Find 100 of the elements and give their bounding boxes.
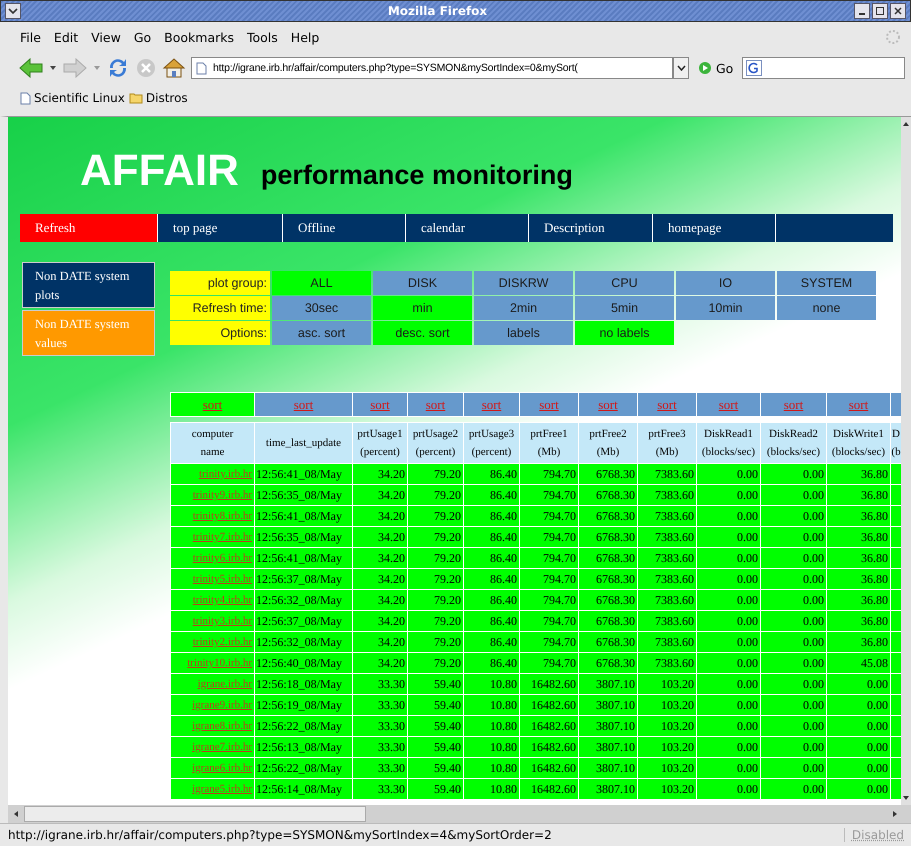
option-item[interactable]: asc. sort [272,321,371,345]
nav-link[interactable]: Description [528,214,652,242]
sort-link[interactable]: sort [170,392,254,416]
option-item[interactable]: desc. sort [373,321,472,345]
maximize-icon[interactable] [872,3,888,19]
option-item[interactable]: no labels [575,321,674,345]
address-field[interactable]: http://igrane.irb.hr/affair/computers.php?type=SYSMON&mySortIndex=0&mySort( [191,57,673,79]
option-item[interactable]: 10min [676,296,775,320]
nav-link[interactable]: Offline [282,214,405,242]
option-item[interactable]: ALL [272,271,371,295]
nav-link[interactable]: top page [157,214,282,242]
menu-item[interactable]: File [20,30,41,44]
option-item[interactable]: DISKRW [474,271,573,295]
window-menu-icon[interactable] [5,3,21,19]
search-field[interactable] [742,57,905,79]
table-cell: 33.30 [352,758,408,778]
computer-link[interactable]: igrane8.irb.hr [170,716,254,736]
back-arrow-icon[interactable] [18,57,44,79]
menu-item[interactable]: Edit [54,30,78,44]
vertical-scrollbar[interactable] [901,117,911,805]
option-item[interactable]: IO [676,271,775,295]
option-item[interactable]: none [777,296,876,320]
table-cell: 0.00 [826,716,890,736]
scroll-left-icon[interactable] [12,810,20,818]
table-cell: 79.20 [408,548,464,568]
nav-link[interactable]: calendar [405,214,528,242]
option-item[interactable]: 2min [474,296,573,320]
computer-link[interactable]: trinity.irb.hr [170,464,254,484]
computer-link[interactable]: igrane9.irb.hr [170,694,254,716]
computer-link[interactable]: trinity6.irb.hr [170,548,254,568]
table-cell: 79.20 [408,506,464,526]
table-cell: 36.80 [826,632,890,652]
table-cell: 0.00 [696,526,760,548]
table-cell: 33.30 [352,778,408,800]
computer-link[interactable]: trinity2.irb.hr [170,632,254,652]
table-cell: 12:56:22_08/May [254,716,352,736]
table-cell: 34.20 [352,632,408,652]
option-item[interactable]: SYSTEM [777,271,876,295]
url-dropdown-button[interactable] [673,57,689,79]
computer-link[interactable]: igrane.irb.hr [170,674,254,694]
computer-link[interactable]: igrane7.irb.hr [170,736,254,758]
minimize-icon[interactable] [854,3,870,19]
option-item[interactable]: 5min [575,296,674,320]
option-item[interactable]: min [373,296,472,320]
computer-link[interactable]: trinity8.irb.hr [170,506,254,526]
menu-item[interactable]: Bookmarks [164,30,234,44]
option-item[interactable]: labels [474,321,573,345]
scroll-down-icon[interactable] [902,794,910,802]
table-cell: 794.70 [520,632,578,652]
home-icon[interactable] [162,56,186,80]
scroll-up-icon[interactable] [902,120,910,128]
computer-link[interactable]: igrane5.irb.hr [170,778,254,800]
option-item[interactable]: DISK [373,271,472,295]
menu-item[interactable]: Go [134,30,152,44]
table-cell: 16482.60 [520,694,578,716]
table-cell: 33.30 [352,716,408,736]
menu-item[interactable]: Help [290,30,320,44]
search-engine-icon[interactable] [746,60,762,76]
table-cell: 86.40 [464,632,520,652]
table-cell: 0.00 [760,548,826,568]
table-cell: 16482.60 [520,736,578,758]
computer-link[interactable]: trinity4.irb.hr [170,590,254,610]
table-cell: 7383.60 [638,632,696,652]
table-cell: 794.70 [520,610,578,632]
table-cell: 12:56:32_08/May [254,632,352,652]
bookmark-item[interactable]: Scientific Linux [20,91,125,105]
computer-link[interactable]: trinity5.irb.hr [170,568,254,590]
option-label: Options: [170,321,270,345]
option-item[interactable]: 30sec [272,296,371,320]
table-cell: 0.00 [760,464,826,484]
computer-link[interactable]: trinity9.irb.hr [170,484,254,506]
scroll-right-icon[interactable] [891,810,899,818]
table-cell: 794.70 [520,484,578,506]
close-icon[interactable] [890,3,906,19]
side-menu-button[interactable]: Non DATE system plots [22,262,155,308]
table-cell: 34.20 [352,464,408,484]
dropdown-icon[interactable] [49,65,57,71]
table-cell: 0.00 [696,736,760,758]
table-cell: 33.30 [352,694,408,716]
table-cell: 794.70 [520,548,578,568]
table-cell: 34.20 [352,610,408,632]
nav-link[interactable]: Refresh [20,214,157,242]
nav-link[interactable]: homepage [652,214,775,242]
go-button[interactable]: Go [694,60,738,76]
computer-link[interactable]: igrane6.irb.hr [170,758,254,778]
menu-item[interactable]: Tools [247,30,278,44]
option-item[interactable]: CPU [575,271,674,295]
horizontal-scrollbar[interactable] [8,805,911,823]
table-cell: 34.20 [352,484,408,506]
table-cell: 3807.10 [578,778,638,800]
bookmark-item[interactable]: Distros [128,91,188,105]
computer-link[interactable]: trinity10.irb.hr [170,652,254,674]
table-cell: 794.70 [520,568,578,590]
table-cell: 0.00 [696,758,760,778]
table-cell: 0.00 [696,506,760,526]
computer-link[interactable]: trinity7.irb.hr [170,526,254,548]
sort-cell [890,392,901,416]
table-cell: 59.40 [408,778,464,800]
menu-item[interactable]: View [91,30,121,44]
computer-link[interactable]: trinity3.irb.hr [170,610,254,632]
